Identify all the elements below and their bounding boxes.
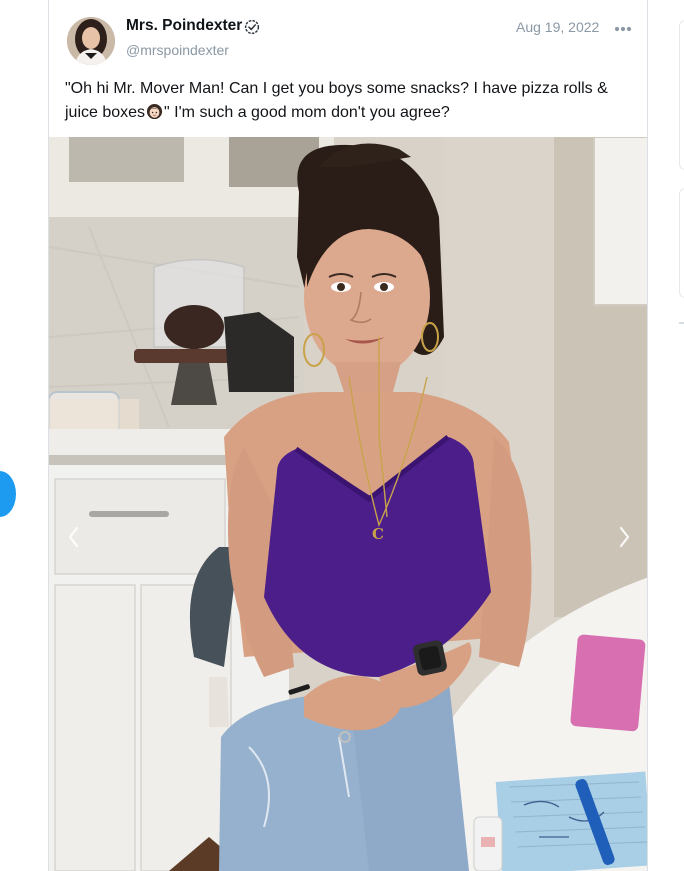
post-card: Mrs. Poindexter @mrspoindexter Aug 19, 2… <box>48 0 648 871</box>
post-media[interactable]: C <box>49 137 647 871</box>
chevron-right-icon[interactable] <box>616 523 634 551</box>
page: Mrs. Poindexter @mrspoindexter Aug 19, 2… <box>0 0 684 871</box>
side-blue-button[interactable] <box>0 471 16 517</box>
post-photo: C <box>49 137 647 871</box>
more-horizontal-icon[interactable] <box>614 26 632 32</box>
author-display-name[interactable]: Mrs. Poindexter <box>126 17 242 35</box>
author-handle[interactable]: @mrspoindexter <box>126 42 229 58</box>
right-rail-card <box>679 20 684 170</box>
svg-text:C: C <box>372 525 384 543</box>
woman-emoji-icon <box>146 103 163 120</box>
verified-badge-icon <box>244 19 260 35</box>
post-date[interactable]: Aug 19, 2022 <box>516 19 599 35</box>
post-text: "Oh hi Mr. Mover Man! Can I get you boys… <box>65 77 631 125</box>
right-rail <box>679 0 684 871</box>
avatar[interactable] <box>67 17 115 65</box>
post-header: Mrs. Poindexter @mrspoindexter Aug 19, 2… <box>49 0 647 70</box>
avatar-image <box>67 17 115 65</box>
right-rail-divider <box>679 322 684 324</box>
post-text-part2: " I'm such a good mom don't you agree? <box>164 104 450 121</box>
chevron-left-icon[interactable] <box>64 523 82 551</box>
right-rail-card <box>679 188 684 298</box>
